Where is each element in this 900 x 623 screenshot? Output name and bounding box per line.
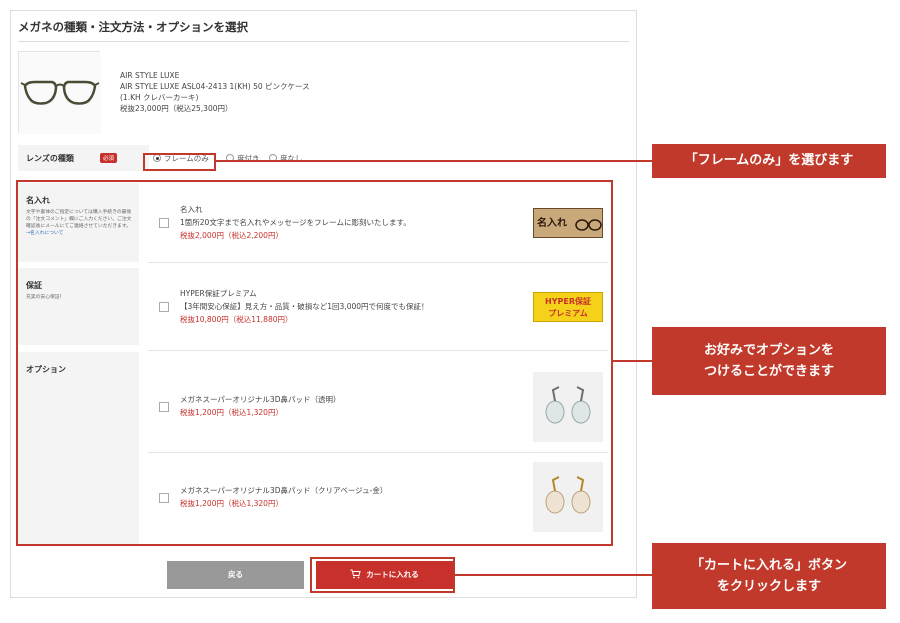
lens-type-label: レンズの種類 — [26, 154, 74, 163]
lens-type-row: レンズの種類 必須 フレームのみ 度付き 度なし — [18, 145, 620, 171]
lens-options: フレームのみ 度付き 度なし — [149, 145, 620, 171]
callout-options-line2: つけることができます — [703, 364, 834, 379]
product-brand: AIR STYLE LUXE — [120, 71, 180, 80]
product-color: (1.KH クレバーカーキ) — [120, 93, 199, 102]
highlight-options — [16, 180, 613, 546]
callout-frame-only: 「フレームのみ」を選びます — [652, 144, 886, 178]
callout-cart: 「カートに入れる」ボタン をクリックします — [652, 543, 886, 609]
highlight-cart-button — [310, 557, 455, 593]
back-button[interactable]: 戻る — [167, 561, 304, 589]
lens-option-prescription[interactable]: 度付き — [226, 153, 260, 164]
required-badge: 必須 — [100, 153, 118, 163]
connector-line — [216, 160, 652, 162]
lens-option-no-prescription[interactable]: 度なし — [269, 153, 303, 164]
callout-options: お好みでオプションを つけることができます — [652, 327, 886, 395]
product-thumbnail — [18, 51, 101, 134]
connector-line — [613, 360, 652, 362]
callout-cart-line1: 「カートに入れる」ボタン — [690, 558, 847, 573]
highlight-frame-only — [143, 153, 216, 171]
title-divider — [18, 41, 629, 42]
product-info: AIR STYLE LUXE AIR STYLE LUXE ASL04-2413… — [120, 70, 310, 114]
product-price: 税抜23,000円（税込25,300円） — [120, 104, 233, 113]
page-title: メガネの種類・注文方法・オプションを選択 — [18, 20, 248, 34]
callout-options-line1: お好みでオプションを — [703, 343, 834, 358]
connector-line — [455, 574, 652, 576]
glasses-icon — [19, 52, 101, 134]
product-name: AIR STYLE LUXE ASL04-2413 1(KH) 50 ピンクケー… — [120, 82, 310, 91]
callout-cart-line2: をクリックします — [716, 579, 821, 594]
